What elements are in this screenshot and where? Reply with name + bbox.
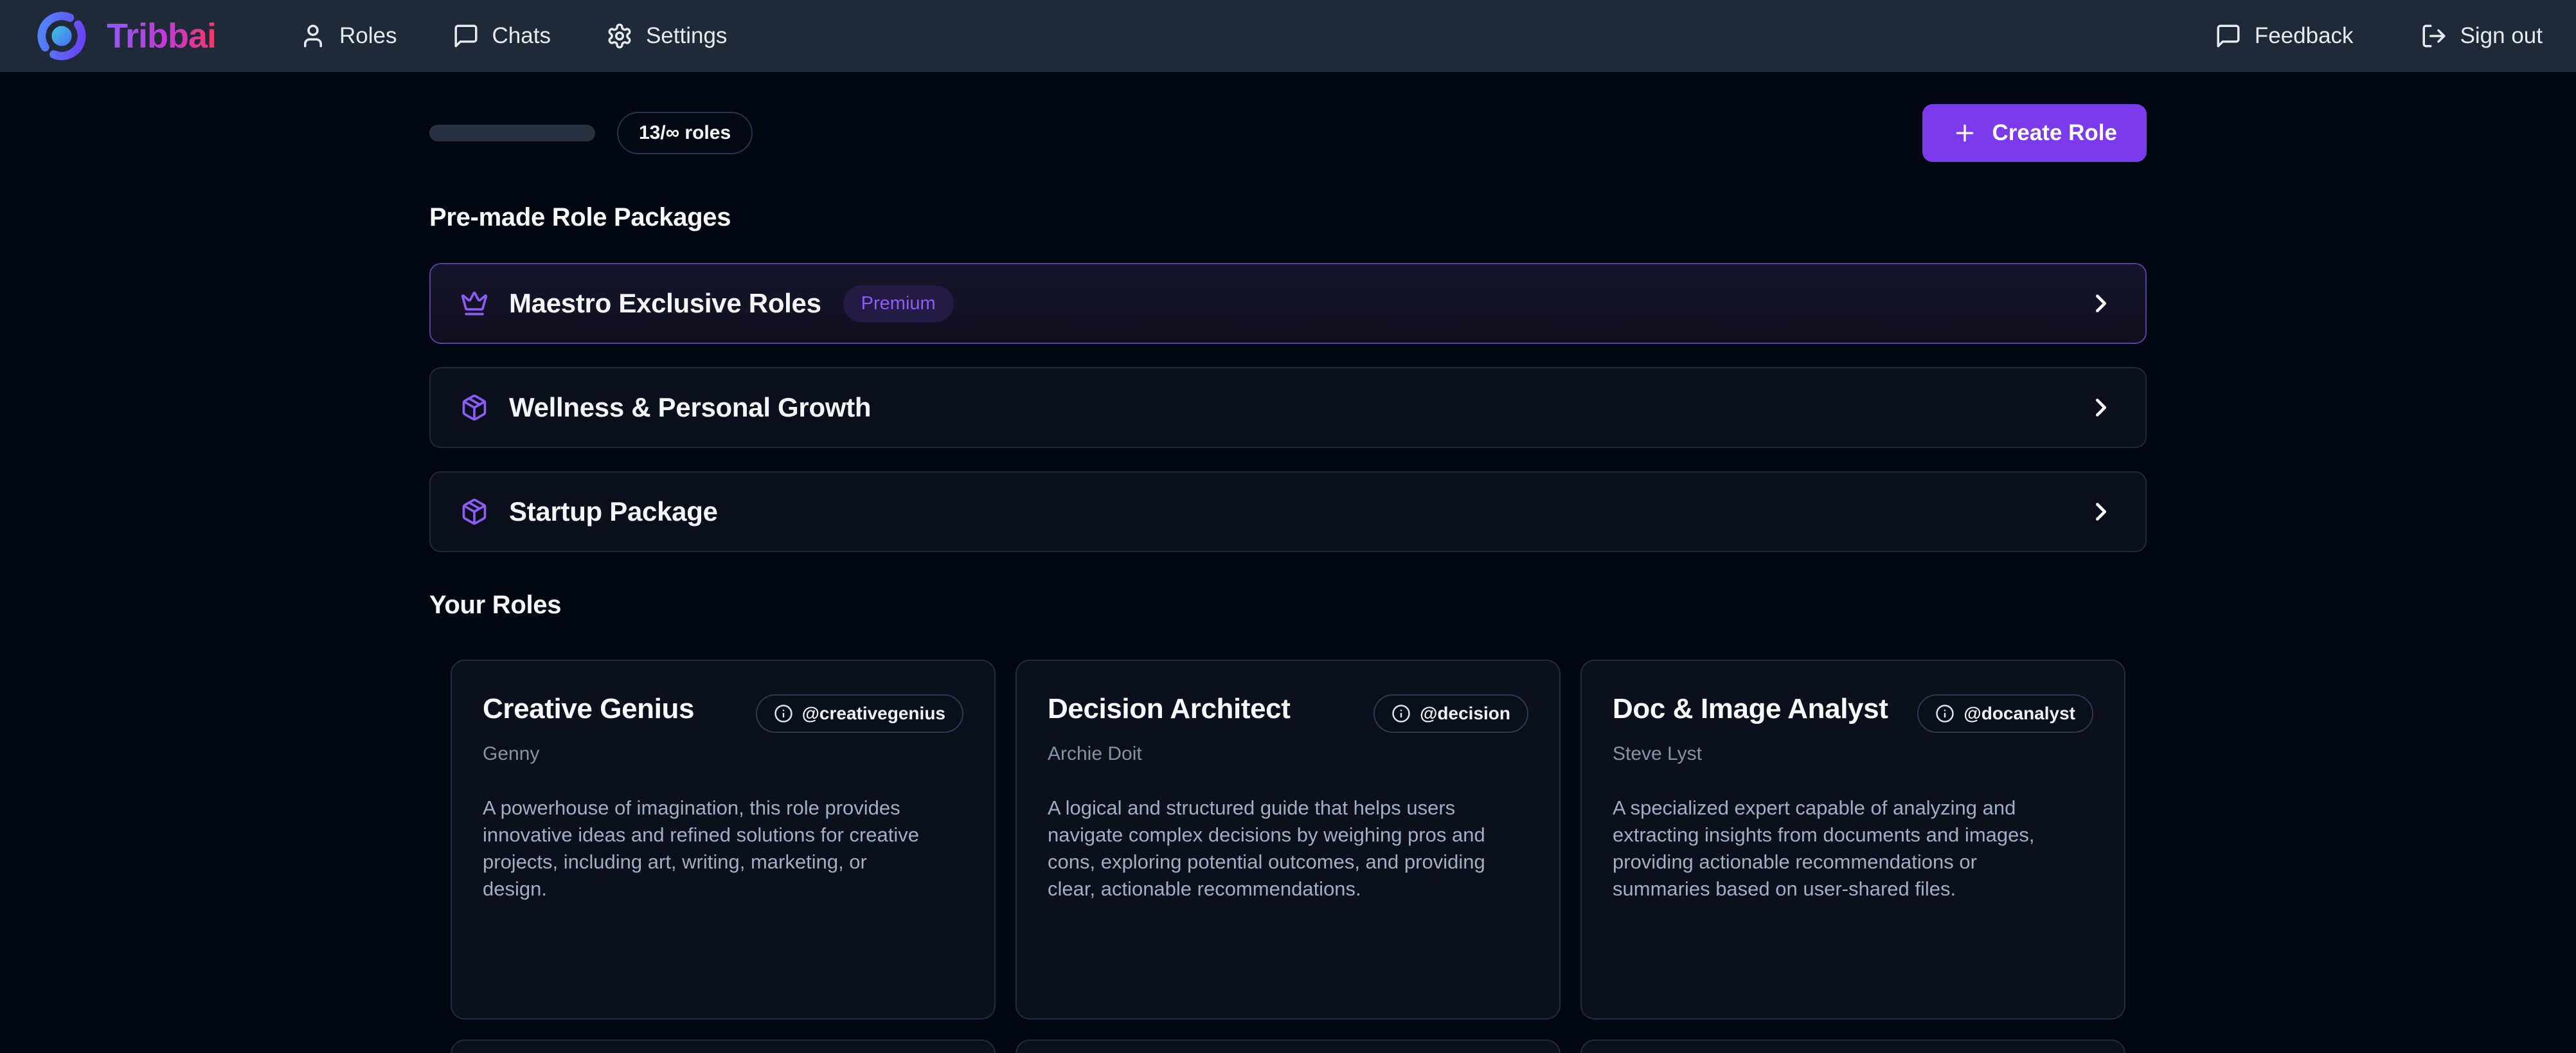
nav-item-chats[interactable]: Chats	[452, 22, 551, 50]
package-title: Wellness & Personal Growth	[509, 392, 871, 423]
package-icon	[460, 498, 488, 526]
role-subtitle: Steve Lyst	[1613, 743, 2093, 765]
brand-name: Tribbai	[107, 16, 216, 56]
chat-bubble-icon	[2215, 22, 2242, 50]
role-card[interactable]	[451, 1040, 996, 1053]
package-title: Startup Package	[509, 496, 718, 527]
main-content: 13/∞ roles Create Role Pre-made Role Pac…	[429, 102, 2147, 1053]
role-handle: @decision	[1420, 703, 1510, 724]
create-role-button[interactable]: Create Role	[1922, 104, 2147, 162]
role-handle: @creativegenius	[802, 703, 945, 724]
package-row-maestro[interactable]: Maestro Exclusive Roles Premium	[429, 263, 2147, 344]
nav-item-label: Chats	[492, 23, 551, 49]
roles-count-badge: 13/∞ roles	[617, 112, 753, 154]
package-row-wellness[interactable]: Wellness & Personal Growth	[429, 367, 2147, 448]
gear-icon	[606, 22, 633, 50]
info-icon	[774, 704, 793, 723]
top-navigation: Tribbai Roles Chats Settings	[0, 0, 2576, 72]
create-role-label: Create Role	[1992, 120, 2117, 146]
role-title: Decision Architect	[1048, 693, 1291, 725]
crown-icon	[460, 289, 488, 318]
logout-icon	[2420, 22, 2447, 50]
role-card-header: Doc & Image Analyst @docanalyst	[1613, 693, 2093, 733]
chat-bubble-icon	[452, 22, 479, 50]
role-card[interactable]	[1580, 1040, 2125, 1053]
role-handle-badge: @creativegenius	[756, 694, 963, 733]
nav-item-label: Settings	[646, 23, 727, 49]
package-title: Maestro Exclusive Roles	[509, 288, 821, 319]
nav-right: Feedback Sign out	[2215, 22, 2543, 50]
your-roles-section-title: Your Roles	[429, 591, 2147, 620]
info-icon	[1391, 704, 1411, 723]
user-icon	[300, 22, 326, 50]
role-handle-badge: @docanalyst	[1917, 694, 2093, 733]
chevron-right-icon[interactable]	[2086, 289, 2116, 318]
role-description: A specialized expert capable of analyzin…	[1613, 795, 2056, 903]
role-card-header: Decision Architect @decision	[1048, 693, 1528, 733]
brand[interactable]: Tribbai	[33, 8, 216, 64]
roles-grid: Creative Genius @creativegenius Genny A …	[429, 660, 2147, 1053]
role-subtitle: Archie Doit	[1048, 743, 1528, 765]
sign-out-button[interactable]: Sign out	[2420, 22, 2543, 50]
role-title: Creative Genius	[483, 693, 694, 725]
role-handle-badge: @decision	[1373, 694, 1528, 733]
packages-section-title: Pre-made Role Packages	[429, 203, 2147, 232]
package-row-startup[interactable]: Startup Package	[429, 471, 2147, 552]
chevron-right-icon[interactable]	[2086, 497, 2116, 526]
premium-badge: Premium	[843, 285, 954, 322]
role-description: A logical and structured guide that help…	[1048, 795, 1491, 903]
role-description: A powerhouse of imagination, this role p…	[483, 795, 926, 903]
role-card-header: Creative Genius @creativegenius	[483, 693, 963, 733]
nav-item-roles[interactable]: Roles	[300, 22, 397, 50]
nav-item-label: Roles	[339, 23, 397, 49]
roles-toolbar: 13/∞ roles Create Role	[429, 102, 2147, 165]
sign-out-label: Sign out	[2460, 23, 2543, 49]
plus-icon	[1952, 120, 1978, 146]
role-card-creative-genius[interactable]: Creative Genius @creativegenius Genny A …	[451, 660, 996, 1020]
tribbai-logo-icon	[33, 8, 90, 64]
feedback-label: Feedback	[2255, 23, 2354, 49]
role-card-doc-image-analyst[interactable]: Doc & Image Analyst @docanalyst Steve Ly…	[1580, 660, 2125, 1020]
nav-item-settings[interactable]: Settings	[606, 22, 727, 50]
roles-progress-bar	[429, 125, 595, 141]
feedback-button[interactable]: Feedback	[2215, 22, 2354, 50]
role-subtitle: Genny	[483, 743, 963, 765]
package-icon	[460, 393, 488, 422]
package-list: Maestro Exclusive Roles Premium Wellness…	[429, 263, 2147, 552]
role-handle: @docanalyst	[1963, 703, 2075, 724]
role-title: Doc & Image Analyst	[1613, 693, 1888, 725]
info-icon	[1935, 704, 1954, 723]
chevron-right-icon[interactable]	[2086, 393, 2116, 422]
role-card[interactable]	[1015, 1040, 1561, 1053]
role-card-decision-architect[interactable]: Decision Architect @decision Archie Doit…	[1015, 660, 1561, 1020]
primary-nav: Roles Chats Settings	[300, 22, 727, 50]
